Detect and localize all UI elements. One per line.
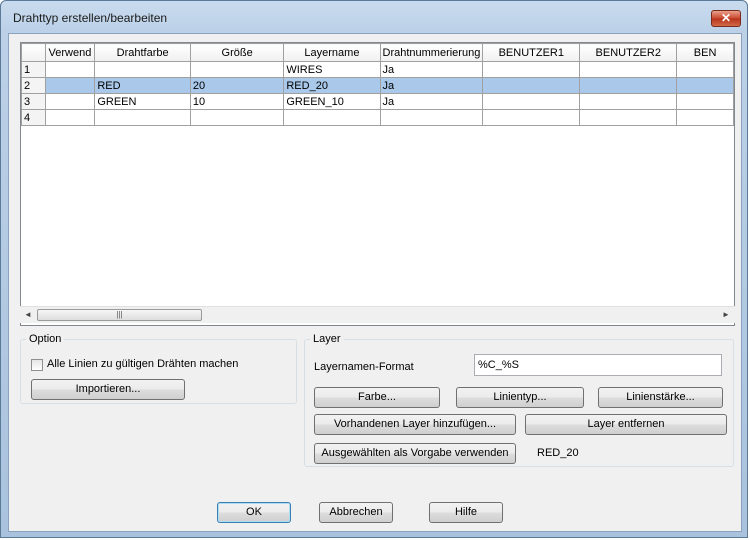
table-row-selected[interactable]: 2 RED 20 RED_20 Ja: [21, 77, 734, 94]
table-cell[interactable]: [676, 77, 734, 94]
table-cell[interactable]: 20: [189, 77, 285, 94]
ok-button[interactable]: OK: [217, 502, 291, 523]
table-cell[interactable]: [676, 93, 734, 110]
table-row[interactable]: 4: [21, 109, 734, 126]
option-legend: Option: [29, 333, 62, 345]
row-number[interactable]: 2: [21, 77, 46, 94]
table-cell[interactable]: [482, 109, 581, 126]
table-cell[interactable]: RED: [94, 77, 191, 94]
table-cell[interactable]: WIRES: [283, 61, 381, 78]
table-cell[interactable]: Ja: [379, 61, 484, 78]
header-layername[interactable]: Layername: [283, 43, 381, 62]
scroll-thumb[interactable]: |||: [37, 309, 202, 321]
cancel-button[interactable]: Abbrechen: [319, 502, 393, 523]
import-button[interactable]: Importieren...: [31, 379, 185, 400]
layer-legend: Layer: [313, 333, 341, 345]
dialog-window: Drahttyp erstellen/bearbeiten ✕ Verwend …: [0, 0, 748, 538]
table-cell[interactable]: [579, 61, 678, 78]
help-button[interactable]: Hilfe: [429, 502, 503, 523]
linetype-button[interactable]: Linientyp...: [456, 387, 584, 408]
table-cell[interactable]: [44, 109, 96, 126]
lineweight-button[interactable]: Linienstärke...: [598, 387, 723, 408]
table-cell[interactable]: GREEN_10: [283, 93, 381, 110]
header-benutzer3[interactable]: BEN: [676, 43, 734, 62]
window-title: Drahttyp erstellen/bearbeiten: [13, 11, 168, 25]
dialog-client-area: Verwend Drahtfarbe Größe Layername Draht…: [8, 33, 742, 532]
table-cell[interactable]: [283, 109, 381, 126]
table-cell[interactable]: Ja: [379, 77, 484, 94]
table-cell[interactable]: [189, 109, 285, 126]
horizontal-scrollbar[interactable]: ◄ ||| ►: [20, 306, 735, 323]
table-cell[interactable]: Ja: [379, 93, 484, 110]
row-number[interactable]: 3: [21, 93, 46, 110]
header-drahtfarbe[interactable]: Drahtfarbe: [94, 43, 191, 62]
table-cell[interactable]: [676, 109, 734, 126]
use-selected-as-default-button[interactable]: Ausgewählten als Vorgabe verwenden: [314, 443, 516, 464]
all-lines-checkbox[interactable]: [31, 359, 43, 371]
table-cell[interactable]: [44, 61, 96, 78]
table-cell[interactable]: [379, 109, 484, 126]
table-cell[interactable]: [94, 109, 191, 126]
table-cell[interactable]: GREEN: [94, 93, 191, 110]
header-benutzer1[interactable]: BENUTZER1: [482, 43, 581, 62]
current-default-layer: RED_20: [537, 447, 579, 459]
wire-type-grid[interactable]: Verwend Drahtfarbe Größe Layername Draht…: [20, 42, 735, 326]
header-corner[interactable]: [21, 43, 46, 62]
table-cell[interactable]: [676, 61, 734, 78]
row-number[interactable]: 4: [21, 109, 46, 126]
close-button[interactable]: ✕: [711, 10, 741, 27]
scroll-right-icon[interactable]: ►: [720, 309, 732, 321]
table-row[interactable]: 3 GREEN 10 GREEN_10 Ja: [21, 93, 734, 110]
scroll-left-icon[interactable]: ◄: [22, 309, 34, 321]
header-groesse[interactable]: Größe: [189, 43, 285, 62]
table-cell[interactable]: [482, 93, 581, 110]
header-verwend[interactable]: Verwend: [44, 43, 96, 62]
header-benutzer2[interactable]: BENUTZER2: [579, 43, 678, 62]
table-cell[interactable]: [482, 61, 581, 78]
table-cell[interactable]: [482, 77, 581, 94]
table-cell[interactable]: [579, 77, 678, 94]
row-number[interactable]: 1: [21, 61, 46, 78]
table-cell[interactable]: [579, 93, 678, 110]
close-icon: ✕: [720, 11, 732, 25]
title-bar[interactable]: Drahttyp erstellen/bearbeiten ✕: [1, 1, 747, 33]
remove-layer-button[interactable]: Layer entfernen: [525, 414, 727, 435]
table-cell[interactable]: 10: [189, 93, 285, 110]
table-row[interactable]: 1 WIRES Ja: [21, 61, 734, 78]
header-drahtnummerierung[interactable]: Drahtnummerierung: [379, 43, 484, 62]
color-button[interactable]: Farbe...: [314, 387, 440, 408]
table-cell[interactable]: [44, 93, 96, 110]
layer-format-label: Layernamen-Format: [314, 361, 414, 373]
layer-format-input[interactable]: [474, 354, 722, 376]
all-lines-label: Alle Linien zu gültigen Drähten machen: [47, 358, 239, 370]
add-existing-layer-button[interactable]: Vorhandenen Layer hinzufügen...: [314, 414, 516, 435]
table-cell[interactable]: [44, 77, 96, 94]
table-header-row: Verwend Drahtfarbe Größe Layername Draht…: [21, 43, 734, 62]
table-cell[interactable]: [94, 61, 191, 78]
table-cell[interactable]: [189, 61, 285, 78]
table-cell[interactable]: RED_20: [283, 77, 381, 94]
wire-type-table: Verwend Drahtfarbe Größe Layername Draht…: [21, 43, 734, 126]
table-cell[interactable]: [579, 109, 678, 126]
